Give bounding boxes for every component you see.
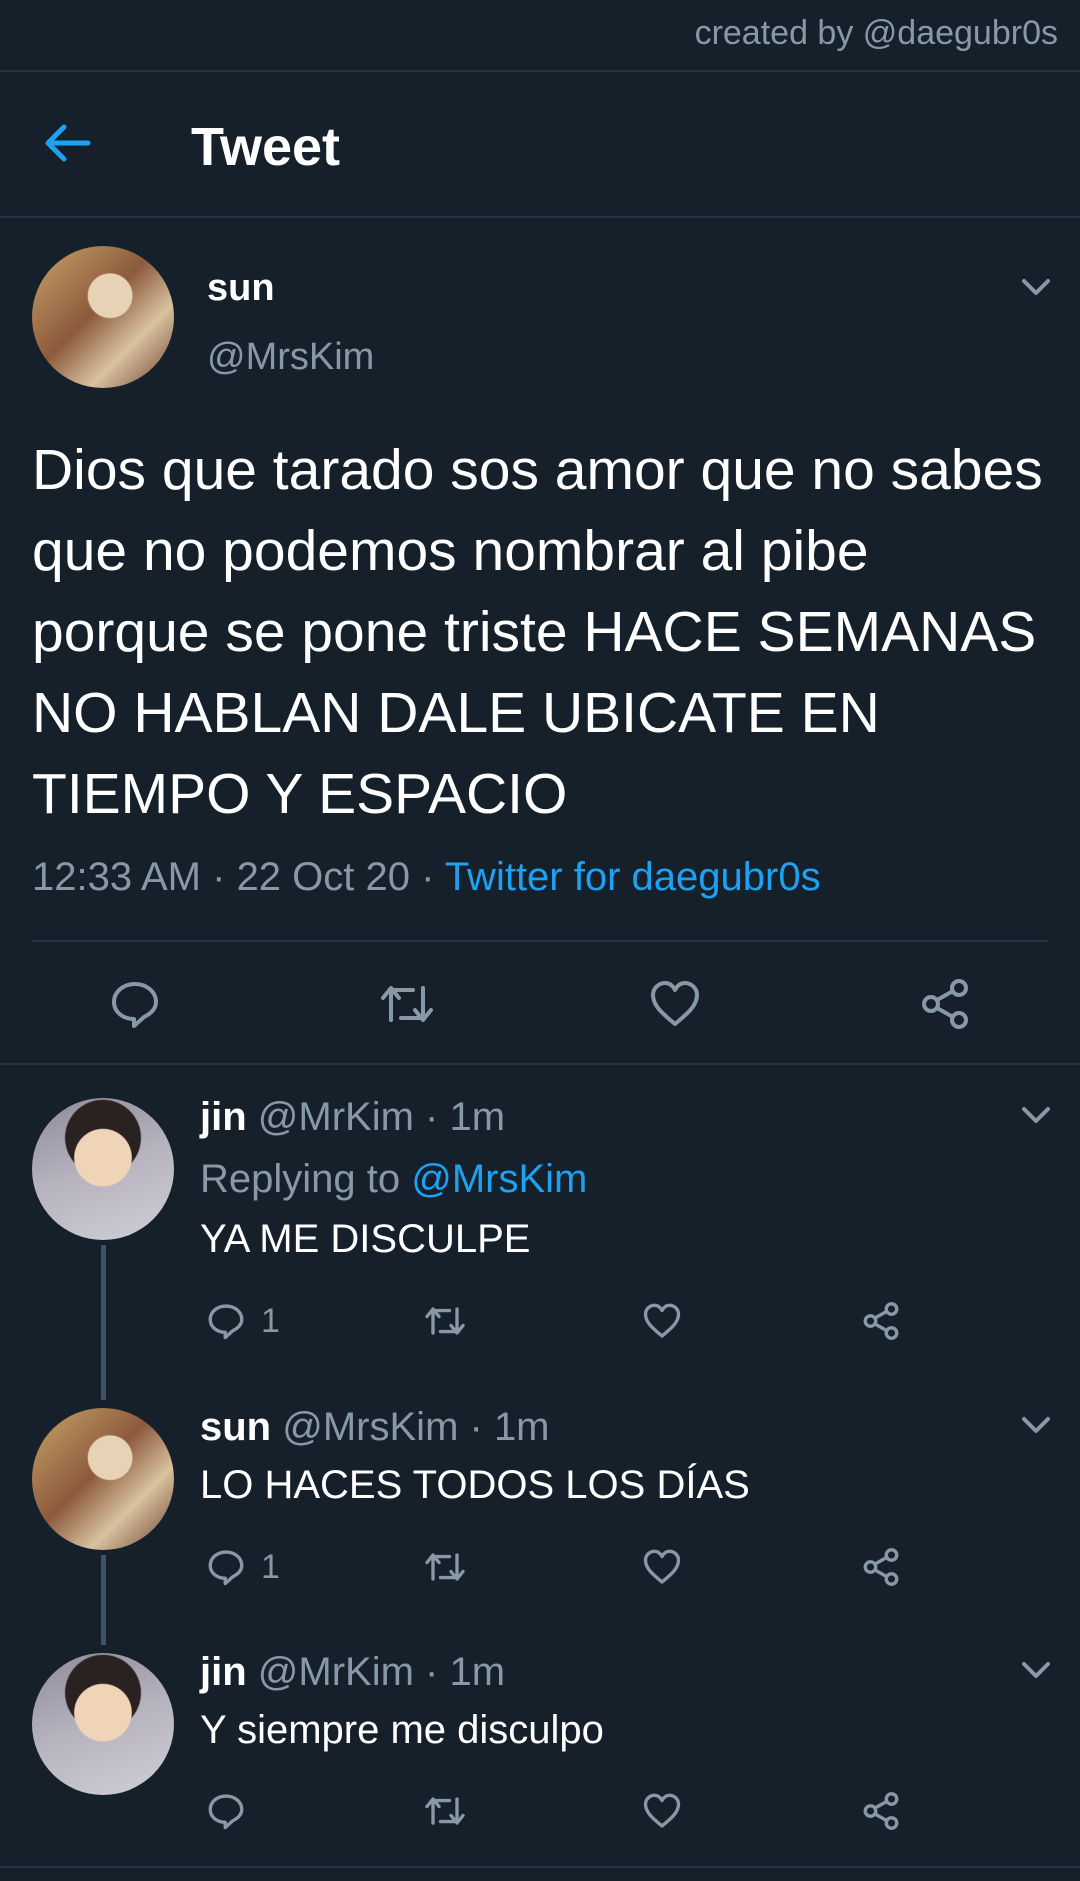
share-button[interactable] bbox=[860, 1790, 902, 1832]
tweet-date: 22 Oct 20 bbox=[236, 855, 410, 899]
chevron-down-icon[interactable] bbox=[1016, 1410, 1056, 1440]
like-button[interactable] bbox=[641, 1300, 683, 1342]
share-icon bbox=[863, 1548, 899, 1586]
share-button[interactable] bbox=[860, 1300, 902, 1342]
share-button[interactable] bbox=[860, 1546, 902, 1588]
tweet-bottom-divider bbox=[0, 1063, 1080, 1065]
reply-button[interactable]: 1 bbox=[205, 1546, 280, 1588]
header-bottom-divider bbox=[0, 216, 1080, 218]
heart-icon bbox=[643, 1549, 681, 1584]
share-button[interactable] bbox=[917, 976, 973, 1032]
thread-line bbox=[101, 1245, 106, 1400]
retweet-button[interactable] bbox=[422, 1790, 468, 1832]
tweet-author-name[interactable]: sun bbox=[207, 267, 275, 310]
page-title: Tweet bbox=[191, 117, 341, 177]
back-button[interactable] bbox=[40, 120, 100, 166]
reply-text: LO HACES TODOS LOS DÍAS bbox=[200, 1463, 750, 1507]
reply-count: 1 bbox=[261, 1301, 280, 1340]
reply-time: 1m bbox=[493, 1405, 550, 1449]
reply-time: 1m bbox=[449, 1095, 506, 1139]
tweet-source-link[interactable]: Twitter for daegubr0s bbox=[445, 855, 821, 899]
avatar-jin[interactable] bbox=[32, 1653, 174, 1795]
share-icon bbox=[863, 1302, 899, 1340]
avatar-sun[interactable] bbox=[32, 246, 174, 388]
arrow-left-icon bbox=[45, 124, 91, 162]
reply-icon bbox=[208, 1304, 244, 1340]
reply-icon bbox=[112, 982, 158, 1028]
share-icon bbox=[863, 1792, 899, 1830]
retweet-button[interactable] bbox=[422, 1546, 468, 1588]
header: Tweet bbox=[0, 70, 1080, 216]
credit-watermark: created by @daegubr0s bbox=[694, 14, 1058, 52]
reply-text: YA ME DISCULPE bbox=[200, 1217, 531, 1261]
reply-time: 1m bbox=[449, 1650, 506, 1694]
retweet-icon bbox=[425, 1307, 465, 1335]
mention-link[interactable]: @MrsKim bbox=[411, 1157, 587, 1201]
chevron-down-icon[interactable] bbox=[1016, 1100, 1056, 1130]
reply-author-handle[interactable]: @MrsKim bbox=[282, 1405, 458, 1449]
like-button[interactable] bbox=[647, 976, 703, 1032]
chevron-down-icon[interactable] bbox=[1016, 1655, 1056, 1685]
retweet-button[interactable] bbox=[377, 976, 437, 1032]
heart-icon bbox=[643, 1793, 681, 1828]
reply-author-handle[interactable]: @MrKim bbox=[258, 1650, 414, 1694]
reply-text: Y siempre me disculpo bbox=[200, 1708, 604, 1752]
tweet-time: 12:33 AM bbox=[32, 855, 202, 899]
reply-author-name[interactable]: jin bbox=[200, 1650, 247, 1694]
reply-author-handle[interactable]: @MrKim bbox=[258, 1095, 414, 1139]
avatar-sun[interactable] bbox=[32, 1408, 174, 1550]
like-button[interactable] bbox=[641, 1546, 683, 1588]
reply-header: jin @MrKim · 1m bbox=[200, 1095, 506, 1139]
reply-author-name[interactable]: sun bbox=[200, 1405, 271, 1449]
bottom-divider bbox=[0, 1866, 1080, 1868]
tweet-meta: 12:33 AM · 22 Oct 20 · Twitter for daegu… bbox=[32, 855, 821, 899]
retweet-icon bbox=[425, 1797, 465, 1825]
avatar-jin[interactable] bbox=[32, 1098, 174, 1240]
retweet-button[interactable] bbox=[422, 1300, 468, 1342]
retweet-icon bbox=[381, 986, 433, 1022]
thread-line bbox=[101, 1555, 106, 1645]
meta-divider bbox=[32, 940, 1048, 942]
reply-header: sun @MrsKim · 1m bbox=[200, 1405, 550, 1449]
reply-icon bbox=[208, 1550, 244, 1586]
reply-author-name[interactable]: jin bbox=[200, 1095, 247, 1139]
reply-button[interactable]: 1 bbox=[205, 1300, 280, 1342]
like-button[interactable] bbox=[641, 1790, 683, 1832]
reply-button[interactable] bbox=[205, 1790, 247, 1832]
reply-header: jin @MrKim · 1m bbox=[200, 1650, 506, 1694]
heart-icon bbox=[643, 1303, 681, 1338]
retweet-icon bbox=[425, 1553, 465, 1581]
tweet-author-handle[interactable]: @MrsKim bbox=[207, 336, 374, 379]
tweet-text: Dios que tarado sos amor que no sabes qu… bbox=[32, 438, 1043, 826]
replying-to: Replying to @MrsKim bbox=[200, 1157, 588, 1201]
chevron-down-icon[interactable] bbox=[1016, 272, 1056, 302]
reply-button[interactable] bbox=[107, 976, 163, 1032]
heart-icon bbox=[651, 981, 699, 1026]
reply-icon bbox=[208, 1794, 244, 1830]
reply-count: 1 bbox=[261, 1547, 280, 1586]
share-icon bbox=[922, 979, 968, 1029]
